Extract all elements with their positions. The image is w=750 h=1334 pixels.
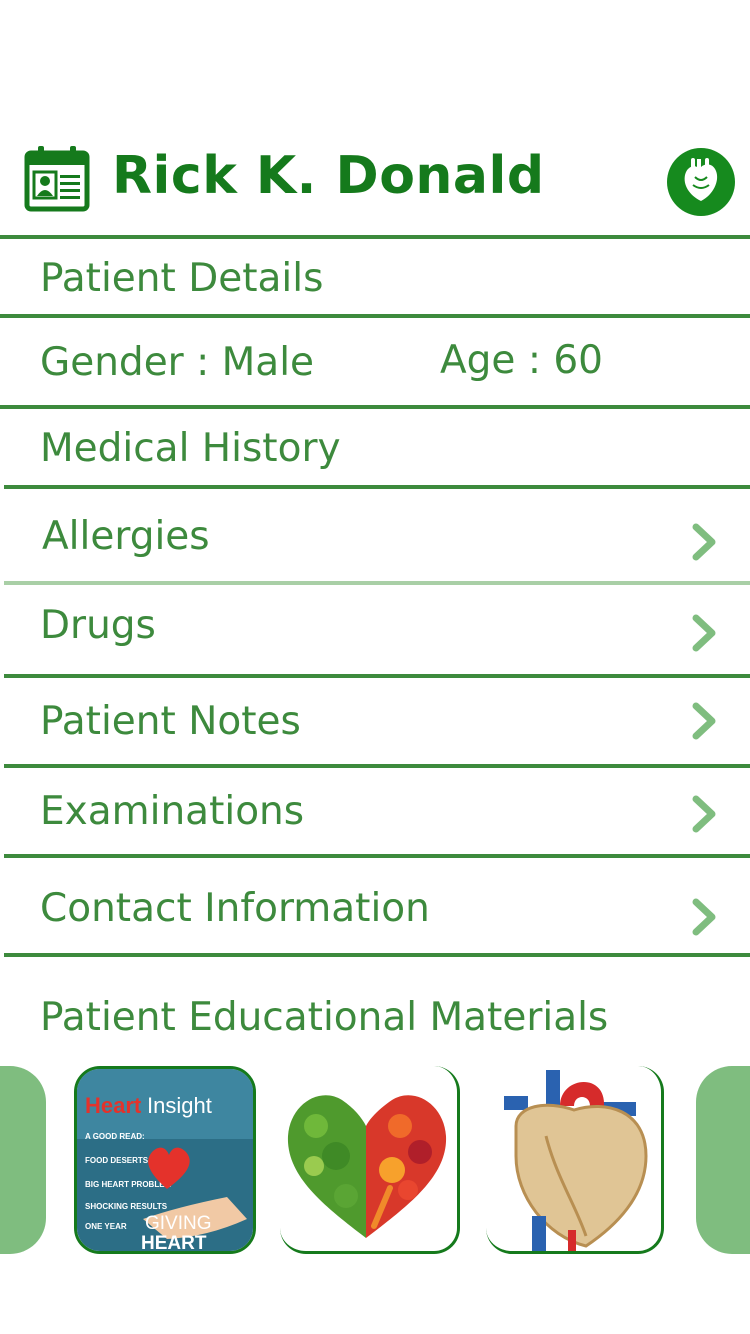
anatomical-heart-icon [679,155,723,209]
history-row-label: Examinations [40,789,305,834]
material-thumb-healthy-food-heart[interactable] [280,1066,460,1254]
chevron-right-icon [690,898,720,940]
history-row-allergies[interactable]: Allergies [0,489,750,581]
divider [0,235,750,239]
history-row-examinations[interactable]: Examinations [0,768,750,854]
divider [0,405,750,409]
material-thumb-anatomical-heart[interactable] [486,1066,664,1254]
materials-carousel: Heart Insight A GOOD READ: FOOD DESERTS … [0,1060,750,1260]
carousel-prev-button[interactable] [0,1066,46,1254]
section-title-educational-materials: Patient Educational Materials [40,995,609,1040]
divider [4,953,750,957]
chevron-right-icon [690,795,720,837]
svg-text:ONE YEAR: ONE YEAR [85,1222,127,1231]
svg-text:SHOCKING RESULTS: SHOCKING RESULTS [85,1202,168,1211]
section-title-patient-details: Patient Details [40,256,324,301]
svg-text:HEART: HEART [141,1233,207,1254]
svg-text:BIG HEART PROBLEM: BIG HEART PROBLEM [85,1180,172,1189]
age-value: Age : 60 [440,338,603,383]
magazine-brand-heart: Heart [85,1093,142,1118]
history-row-label: Allergies [42,514,210,559]
svg-text:FOOD DESERTS: FOOD DESERTS [85,1156,149,1165]
section-title-medical-history: Medical History [40,426,341,471]
carousel-next-button[interactable] [696,1066,750,1254]
chevron-right-icon [690,614,720,656]
patient-header: Rick K. Donald [0,140,750,230]
heart-badge-button[interactable] [667,148,735,216]
history-row-label: Drugs [40,603,156,648]
material-thumb-heart-insight[interactable]: Heart Insight A GOOD READ: FOOD DESERTS … [74,1066,256,1254]
patient-name: Rick K. Donald [112,146,545,206]
chevron-right-icon [690,523,720,565]
magazine-brand-insight: Insight [147,1093,212,1118]
history-row-contact-information[interactable]: Contact Information [0,858,750,953]
chevron-right-icon [690,702,720,744]
gender-value: Gender : Male [40,340,315,385]
history-row-label: Contact Information [40,886,430,931]
history-row-label: Patient Notes [40,699,301,744]
history-row-patient-notes[interactable]: Patient Notes [0,678,750,764]
divider [0,314,750,318]
svg-text:A GOOD READ:: A GOOD READ: [85,1132,145,1141]
id-card-calendar-icon [24,144,90,216]
history-row-drugs[interactable]: Drugs [0,585,750,674]
svg-text:GIVING: GIVING [145,1213,212,1234]
